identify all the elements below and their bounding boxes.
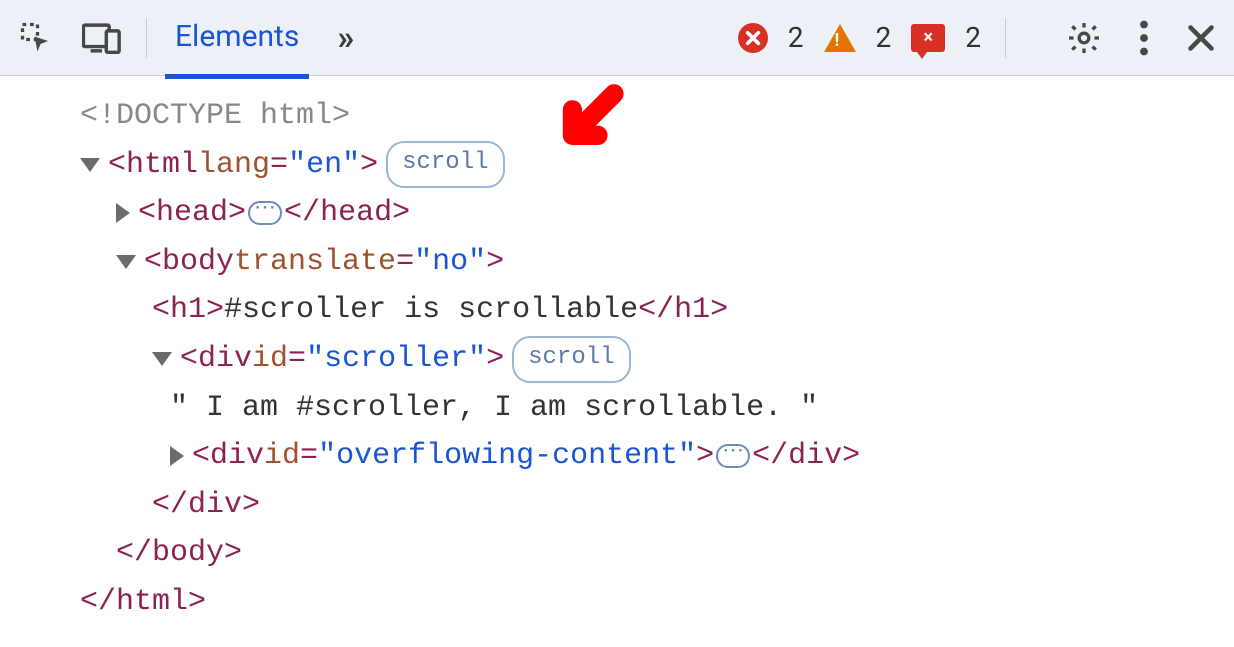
dom-div-close[interactable]: </div> [20, 481, 1214, 530]
toolbar-divider [146, 18, 147, 58]
elements-panel[interactable]: <!DOCTYPE html> <html lang="en"> scroll … [0, 76, 1234, 647]
dom-body-close[interactable]: </body> [20, 529, 1214, 578]
disclosure-triangle-icon[interactable] [170, 446, 184, 466]
ellipsis-icon[interactable]: ⋯ [716, 444, 750, 468]
annotation-arrow-icon [550, 76, 630, 206]
dom-html-close[interactable]: </html> [20, 578, 1214, 627]
dom-div-overflow[interactable]: <div id="overflowing-content"> ⋯ </div> [20, 432, 1214, 481]
more-tabs-icon[interactable]: » [337, 18, 354, 58]
warning-icon [824, 24, 856, 52]
devtools-toolbar: Elements » 2 2 × 2 [0, 0, 1234, 76]
warning-count: 2 [876, 21, 892, 54]
settings-icon[interactable] [1066, 20, 1102, 56]
error-icon [738, 23, 768, 53]
dom-h1[interactable]: <h1>#scroller is scrollable</h1> [20, 286, 1214, 335]
close-icon[interactable] [1186, 23, 1216, 53]
kebab-menu-icon[interactable] [1138, 20, 1150, 56]
toolbar-right [1066, 20, 1216, 56]
scroll-badge[interactable]: scroll [386, 141, 504, 188]
console-status[interactable]: 2 2 × 2 [738, 21, 981, 54]
disclosure-triangle-icon[interactable] [80, 158, 100, 172]
disclosure-triangle-icon[interactable] [116, 203, 130, 223]
device-toggle-icon[interactable] [82, 21, 122, 55]
tab-elements[interactable]: Elements [171, 19, 303, 56]
ellipsis-icon[interactable]: ⋯ [248, 201, 282, 225]
inspect-element-icon[interactable] [18, 20, 54, 56]
inspect-tools [18, 20, 122, 56]
dom-body-open[interactable]: <body translate="no"> [20, 238, 1214, 287]
toolbar-divider [1005, 18, 1006, 58]
scroll-badge[interactable]: scroll [512, 336, 630, 383]
disclosure-triangle-icon[interactable] [152, 352, 172, 366]
dom-text-node[interactable]: " I am #scroller, I am scrollable. " [20, 384, 1214, 433]
error-count: 2 [788, 21, 804, 54]
disclosure-triangle-icon[interactable] [116, 255, 136, 269]
message-count: 2 [965, 21, 981, 54]
dom-div-scroller[interactable]: <div id="scroller"> scroll [20, 335, 1214, 384]
message-icon: × [911, 24, 945, 52]
